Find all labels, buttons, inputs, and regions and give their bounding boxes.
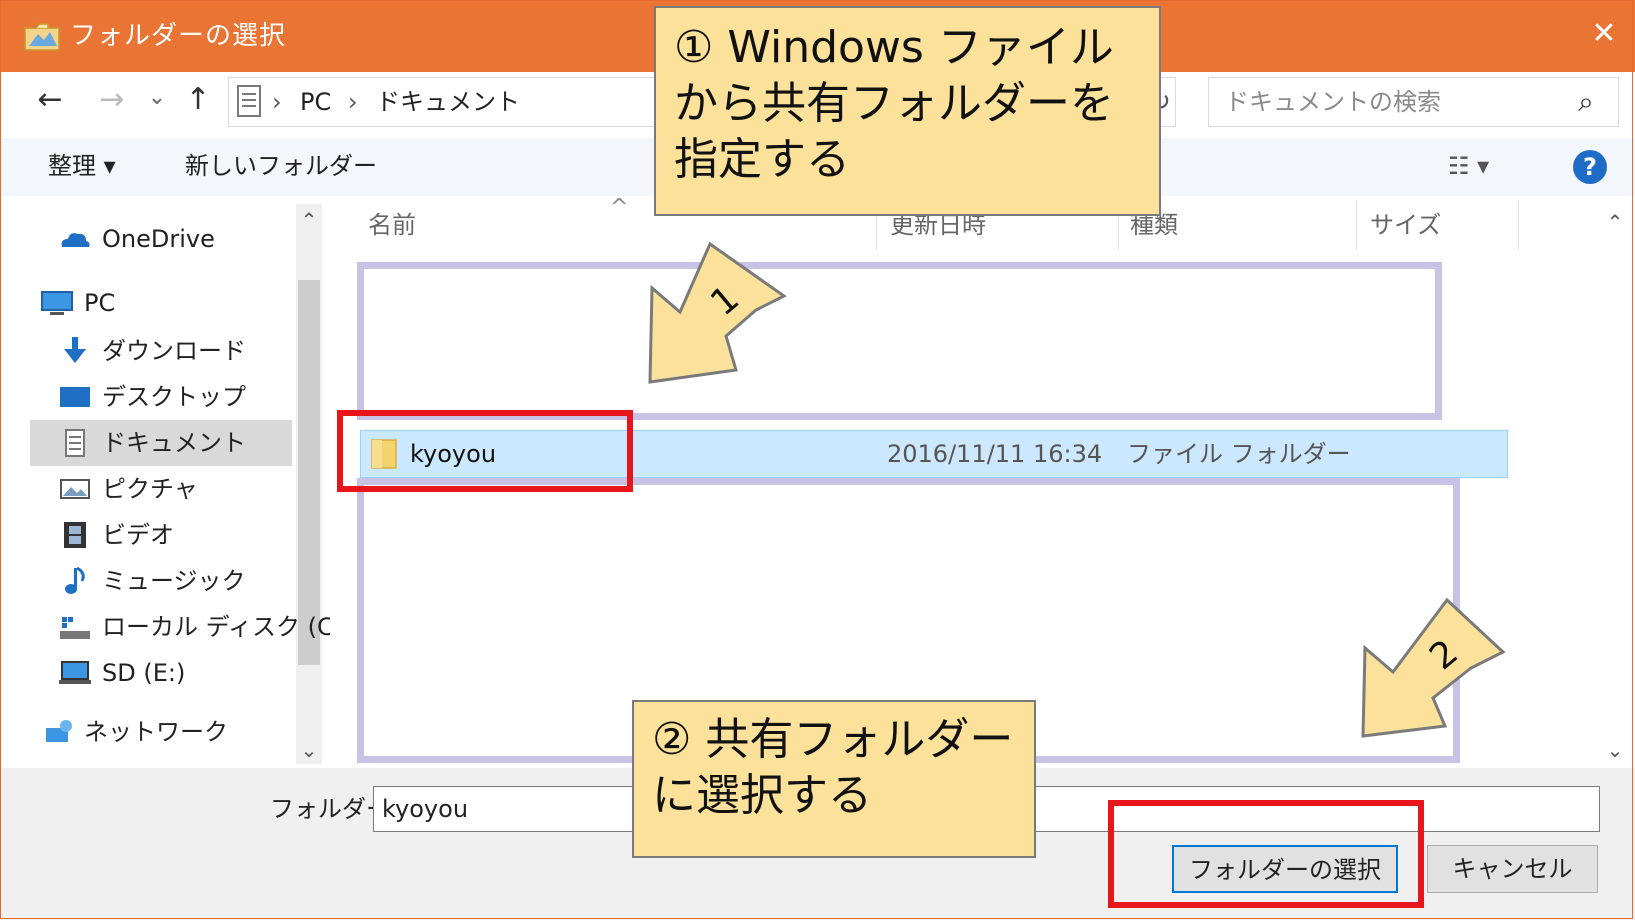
window-frame bbox=[0, 0, 1633, 919]
